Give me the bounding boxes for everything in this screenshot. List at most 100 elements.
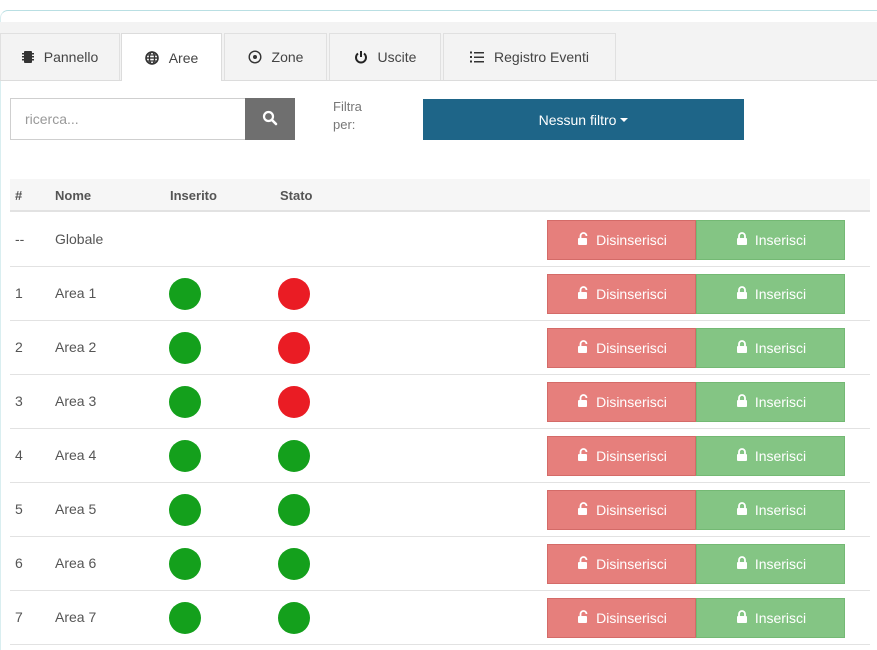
- lock-closed-icon: [735, 231, 755, 249]
- header-status: Stato: [280, 188, 313, 203]
- lock-open-icon: [576, 447, 596, 465]
- lock-open-icon: [576, 231, 596, 249]
- disarm-button[interactable]: Disinserisci: [547, 274, 696, 314]
- lock-closed-icon: [735, 339, 755, 357]
- arm-button[interactable]: Inserisci: [696, 382, 845, 422]
- table-row-global: -- Globale Disinserisci Inserisci: [10, 213, 870, 267]
- tab-zone[interactable]: Zone: [224, 33, 327, 80]
- list-icon: [470, 51, 485, 63]
- status-indicator: [278, 602, 310, 634]
- table-row: 5 Area 5 Disinserisci Inserisci: [10, 483, 870, 537]
- row-name: Area 6: [55, 555, 97, 571]
- arm-label: Inserisci: [754, 394, 807, 410]
- armed-indicator: [169, 548, 201, 580]
- search-button[interactable]: [245, 98, 295, 140]
- lock-open-icon: [576, 285, 596, 303]
- lock-open-icon: [576, 555, 596, 573]
- tab-label: Registro Eventi: [494, 49, 589, 65]
- disarm-button[interactable]: Disinserisci: [547, 220, 696, 260]
- disarm-button[interactable]: Disinserisci: [547, 544, 696, 584]
- table-row: 3 Area 3 Disinserisci Inserisci: [10, 375, 870, 429]
- status-indicator: [278, 386, 310, 418]
- lock-open-icon: [576, 393, 596, 411]
- arm-label: Inserisci: [754, 610, 807, 626]
- tab-label: Pannello: [43, 49, 99, 65]
- row-name: Area 7: [55, 609, 97, 625]
- caret-down-icon: [620, 117, 629, 122]
- row-name: Area 3: [55, 393, 97, 409]
- lock-open-icon: [576, 609, 596, 627]
- arm-button[interactable]: Inserisci: [696, 436, 845, 476]
- disarm-button[interactable]: Disinserisci: [547, 490, 696, 530]
- table-row: 1 Area 1 Disinserisci Inserisci: [10, 267, 870, 321]
- status-indicator: [278, 332, 310, 364]
- arm-button[interactable]: Inserisci: [696, 544, 845, 584]
- tab-uscite[interactable]: Uscite: [329, 33, 441, 80]
- arm-label: Inserisci: [754, 502, 807, 518]
- row-num: --: [15, 231, 25, 247]
- lock-closed-icon: [735, 555, 755, 573]
- row-name: Area 4: [55, 447, 97, 463]
- lock-open-icon: [576, 501, 596, 519]
- armed-indicator: [169, 386, 201, 418]
- tab-registro-eventi[interactable]: Registro Eventi: [443, 33, 616, 80]
- row-num: 5: [15, 501, 23, 517]
- header-armed: Inserito: [170, 188, 217, 203]
- disarm-button[interactable]: Disinserisci: [547, 382, 696, 422]
- arm-button[interactable]: Inserisci: [696, 490, 845, 530]
- row-num: 2: [15, 339, 23, 355]
- arm-button[interactable]: Inserisci: [696, 220, 845, 260]
- armed-indicator: [169, 278, 201, 310]
- disarm-button[interactable]: Disinserisci: [547, 328, 696, 368]
- disarm-label: Disinserisci: [596, 556, 667, 572]
- arm-label: Inserisci: [754, 556, 807, 572]
- lock-open-icon: [576, 339, 596, 357]
- arm-button[interactable]: Inserisci: [696, 598, 845, 638]
- status-indicator: [278, 548, 310, 580]
- disarm-button[interactable]: Disinserisci: [547, 436, 696, 476]
- disarm-label: Disinserisci: [596, 448, 667, 464]
- header-name: Nome: [55, 188, 92, 203]
- arm-button[interactable]: Inserisci: [696, 328, 845, 368]
- armed-indicator: [169, 494, 201, 526]
- armed-indicator: [169, 602, 201, 634]
- filter-dropdown-label: Nessun filtro: [538, 111, 617, 128]
- row-num: 6: [15, 555, 23, 571]
- disarm-label: Disinserisci: [596, 286, 667, 302]
- row-name: Globale: [55, 231, 104, 247]
- table-header: # Nome Inserito Stato: [10, 179, 870, 212]
- lock-closed-icon: [735, 285, 755, 303]
- search-input[interactable]: [10, 98, 246, 140]
- tab-label: Uscite: [377, 49, 417, 65]
- globe-icon: [144, 50, 159, 65]
- disarm-label: Disinserisci: [596, 340, 667, 356]
- radio-target-icon: [248, 50, 262, 64]
- armed-indicator: [169, 332, 201, 364]
- filter-label: Filtra per:: [333, 99, 362, 132]
- search-icon: [262, 110, 278, 129]
- row-num: 7: [15, 609, 23, 625]
- arm-button[interactable]: Inserisci: [696, 274, 845, 314]
- arm-label: Inserisci: [754, 232, 807, 248]
- row-name: Area 5: [55, 501, 97, 517]
- status-indicator: [278, 440, 310, 472]
- disarm-button[interactable]: Disinserisci: [547, 598, 696, 638]
- tab-label: Zone: [271, 49, 304, 65]
- table-row: 4 Area 4 Disinserisci Inserisci: [10, 429, 870, 483]
- filter-dropdown[interactable]: Nessun filtro: [423, 99, 744, 140]
- row-num: 4: [15, 447, 23, 463]
- disarm-label: Disinserisci: [596, 394, 667, 410]
- power-icon: [354, 50, 368, 64]
- tab-pannello[interactable]: Pannello: [0, 33, 120, 80]
- row-num: 3: [15, 393, 23, 409]
- armed-indicator: [169, 440, 201, 472]
- lock-closed-icon: [735, 447, 755, 465]
- lock-closed-icon: [735, 501, 755, 519]
- disarm-label: Disinserisci: [596, 610, 667, 626]
- lock-closed-icon: [735, 393, 755, 411]
- tab-aree[interactable]: Aree: [121, 33, 222, 81]
- row-num: 1: [15, 285, 23, 301]
- arm-label: Inserisci: [754, 286, 807, 302]
- chip-icon: [21, 50, 34, 64]
- row-name: Area 1: [55, 285, 97, 301]
